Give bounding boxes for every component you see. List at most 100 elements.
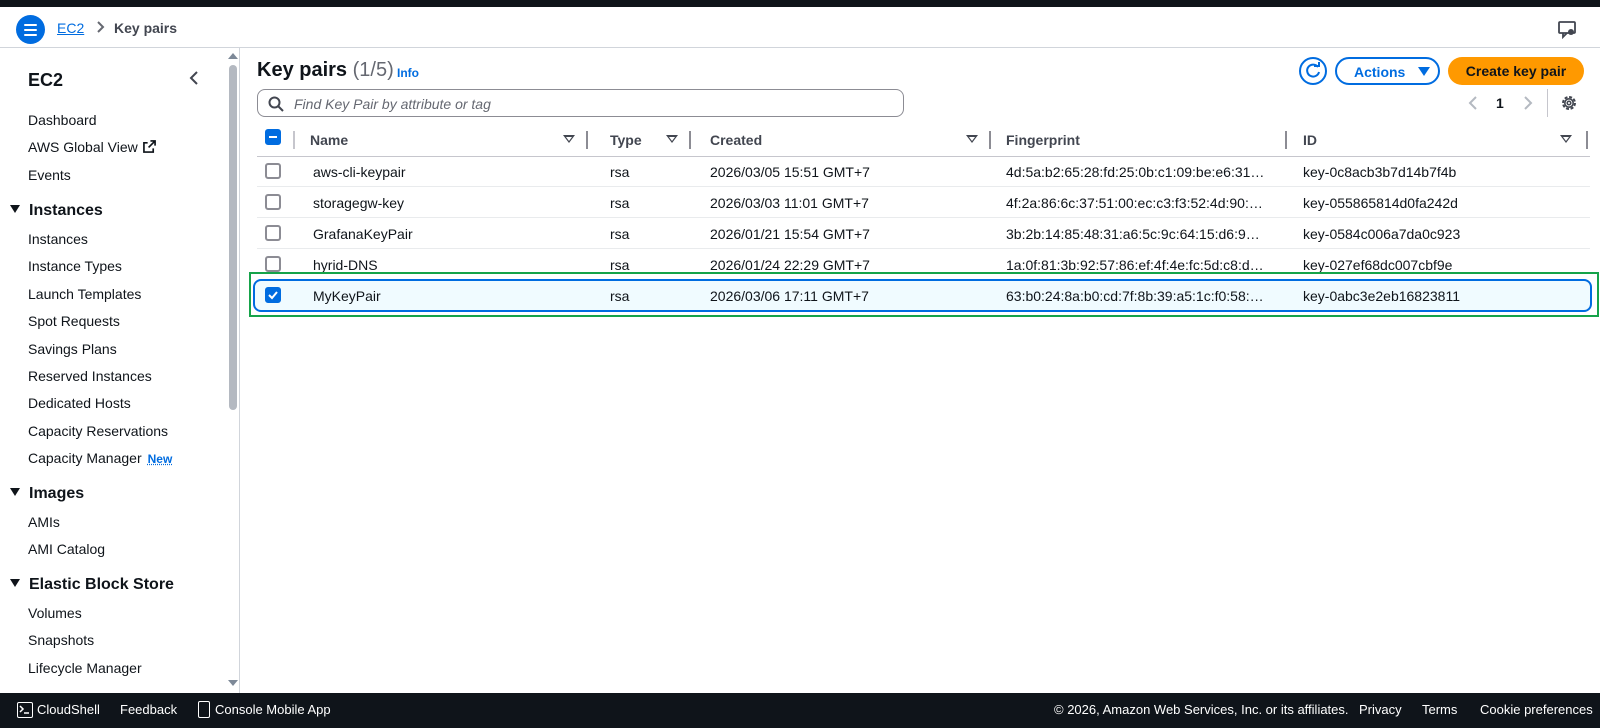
sidebar-item-dashboard[interactable]: Dashboard: [28, 112, 97, 128]
page-number[interactable]: 1: [1496, 95, 1504, 111]
cell-id: key-0c8acb3b7d14b7f4b: [1303, 164, 1457, 180]
row-checkbox[interactable]: [265, 163, 281, 179]
gear-icon[interactable]: [1560, 94, 1578, 112]
collapse-sidebar-icon[interactable]: [184, 68, 204, 88]
sidebar: EC2 Dashboard AWS Global View Events Ins…: [0, 48, 240, 693]
table-row[interactable]: storagegw-key rsa 2026/03/03 11:01 GMT+7…: [257, 187, 1590, 218]
sidebar-item-savings-plans[interactable]: Savings Plans: [28, 341, 117, 357]
table-row[interactable]: GrafanaKeyPair rsa 2026/01/21 15:54 GMT+…: [257, 218, 1590, 249]
cell-type: rsa: [610, 257, 630, 273]
feedback-icon[interactable]: [1557, 19, 1577, 39]
cell-type: rsa: [610, 195, 630, 211]
chevron-right-icon: [97, 21, 105, 33]
cell-fingerprint: 3b:2b:14:85:48:31:a6:5c:9c:64:15:d6:9…: [1006, 226, 1260, 242]
mobile-app-icon[interactable]: [198, 701, 210, 718]
cookie-preferences-link[interactable]: Cookie preferences: [1480, 702, 1593, 717]
row-checkbox[interactable]: [265, 256, 281, 272]
external-link-icon: [142, 140, 156, 153]
cell-created: 2026/01/24 22:29 GMT+7: [710, 257, 870, 273]
menu-button[interactable]: [16, 15, 45, 44]
cell-name: aws-cli-keypair: [313, 164, 406, 180]
sidebar-item-spot-requests[interactable]: Spot Requests: [28, 313, 120, 329]
cell-fingerprint: 4f:2a:86:6c:37:51:00:ec:c3:f3:52:4d:90:…: [1006, 195, 1263, 211]
column-header-created[interactable]: Created: [710, 126, 1000, 156]
sidebar-section-ebs[interactable]: Elastic Block Store: [10, 576, 174, 594]
breadcrumb-current: Key pairs: [114, 20, 178, 36]
cell-name: storagegw-key: [313, 195, 405, 211]
column-resize-handle[interactable]: [586, 131, 588, 149]
row-checkbox[interactable]: [265, 225, 281, 241]
sidebar-section-instances[interactable]: Instances: [10, 202, 103, 220]
cell-type: rsa: [610, 164, 630, 180]
cell-created: 2026/03/03 11:01 GMT+7: [710, 195, 869, 211]
sidebar-item-volumes[interactable]: Volumes: [28, 605, 82, 621]
chevron-right-icon[interactable]: [1521, 95, 1535, 111]
column-header-id[interactable]: ID: [1303, 126, 1590, 156]
search-icon: [268, 96, 284, 112]
actions-button[interactable]: Actions: [1335, 57, 1440, 85]
sidebar-item-reserved-instances[interactable]: Reserved Instances: [28, 368, 152, 384]
sidebar-item-ami-catalog[interactable]: AMI Catalog: [28, 541, 105, 557]
info-link[interactable]: Info: [397, 66, 419, 80]
column-header-fingerprint[interactable]: Fingerprint: [1006, 126, 1296, 156]
sidebar-item-instance-types[interactable]: Instance Types: [28, 258, 122, 274]
sidebar-item-launch-templates[interactable]: Launch Templates: [28, 286, 141, 302]
select-all-header: [257, 126, 297, 156]
column-resize-handle[interactable]: [689, 131, 691, 149]
search-box[interactable]: [257, 89, 904, 117]
sidebar-title: EC2: [28, 70, 64, 90]
scroll-down-icon[interactable]: [228, 680, 238, 686]
sidebar-item-events[interactable]: Events: [28, 167, 71, 183]
column-resize-handle[interactable]: [989, 131, 991, 149]
sidebar-section-images[interactable]: Images: [10, 485, 84, 503]
privacy-link[interactable]: Privacy: [1359, 702, 1402, 717]
caret-down-icon: [10, 205, 20, 213]
selection-count: (1/5): [352, 59, 394, 81]
column-resize-handle[interactable]: [1586, 131, 1588, 149]
search-input[interactable]: [294, 94, 894, 114]
refresh-icon: [1306, 62, 1320, 78]
column-header-name[interactable]: Name: [310, 126, 590, 156]
filter-icon[interactable]: [563, 135, 575, 143]
sidebar-item-instances[interactable]: Instances: [28, 231, 88, 247]
caret-down-icon: [1418, 67, 1430, 76]
cell-name: GrafanaKeyPair: [313, 226, 413, 242]
create-key-pair-button[interactable]: Create key pair: [1448, 57, 1584, 85]
sidebar-item-amis[interactable]: AMIs: [28, 514, 60, 530]
feedback-link[interactable]: Feedback: [120, 702, 177, 717]
page-title: Key pairs (1/5): [257, 59, 394, 81]
column-resize-handle[interactable]: [1285, 131, 1287, 149]
highlight-box: [249, 272, 1599, 317]
row-checkbox[interactable]: [265, 194, 281, 210]
divider: [1547, 89, 1548, 117]
sidebar-item-snapshots[interactable]: Snapshots: [28, 632, 94, 648]
select-all-checkbox[interactable]: [265, 129, 281, 145]
filter-icon[interactable]: [1560, 135, 1572, 143]
terms-link[interactable]: Terms: [1422, 702, 1457, 717]
caret-down-icon: [10, 579, 20, 587]
sidebar-item-global-view[interactable]: AWS Global View: [28, 139, 156, 155]
breadcrumb-ec2-link[interactable]: EC2: [57, 20, 84, 36]
sidebar-item-label: Capacity Manager: [28, 450, 142, 466]
cloudshell-icon[interactable]: [17, 702, 33, 718]
table-row[interactable]: aws-cli-keypair rsa 2026/03/05 15:51 GMT…: [257, 156, 1590, 187]
sidebar-item-lifecycle-manager[interactable]: Lifecycle Manager: [28, 660, 142, 676]
cell-id: key-055865814d0fa242d: [1303, 195, 1458, 211]
console-mobile-app-link[interactable]: Console Mobile App: [215, 702, 331, 717]
cell-fingerprint: 4d:5a:b2:65:28:fd:25:0b:c1:09:be:e6:31…: [1006, 164, 1265, 180]
cell-created: 2026/01/21 15:54 GMT+7: [710, 226, 870, 242]
filter-icon[interactable]: [966, 135, 978, 143]
filter-icon[interactable]: [666, 135, 678, 143]
sidebar-item-capacity-reservations[interactable]: Capacity Reservations: [28, 423, 168, 439]
sidebar-item-dedicated-hosts[interactable]: Dedicated Hosts: [28, 395, 131, 411]
footer: CloudShell Feedback Console Mobile App ©…: [0, 693, 1600, 728]
column-header-type[interactable]: Type: [610, 126, 695, 156]
cell-type: rsa: [610, 226, 630, 242]
cloudshell-link[interactable]: CloudShell: [37, 702, 100, 717]
refresh-button[interactable]: [1299, 57, 1327, 85]
chevron-left-icon[interactable]: [1466, 95, 1480, 111]
sidebar-scroll-thumb[interactable]: [229, 65, 237, 410]
sidebar-item-capacity-manager[interactable]: Capacity Manager New: [28, 450, 172, 466]
scroll-up-icon[interactable]: [228, 53, 238, 59]
cell-id: key-0584c006a7da0c923: [1303, 226, 1461, 242]
